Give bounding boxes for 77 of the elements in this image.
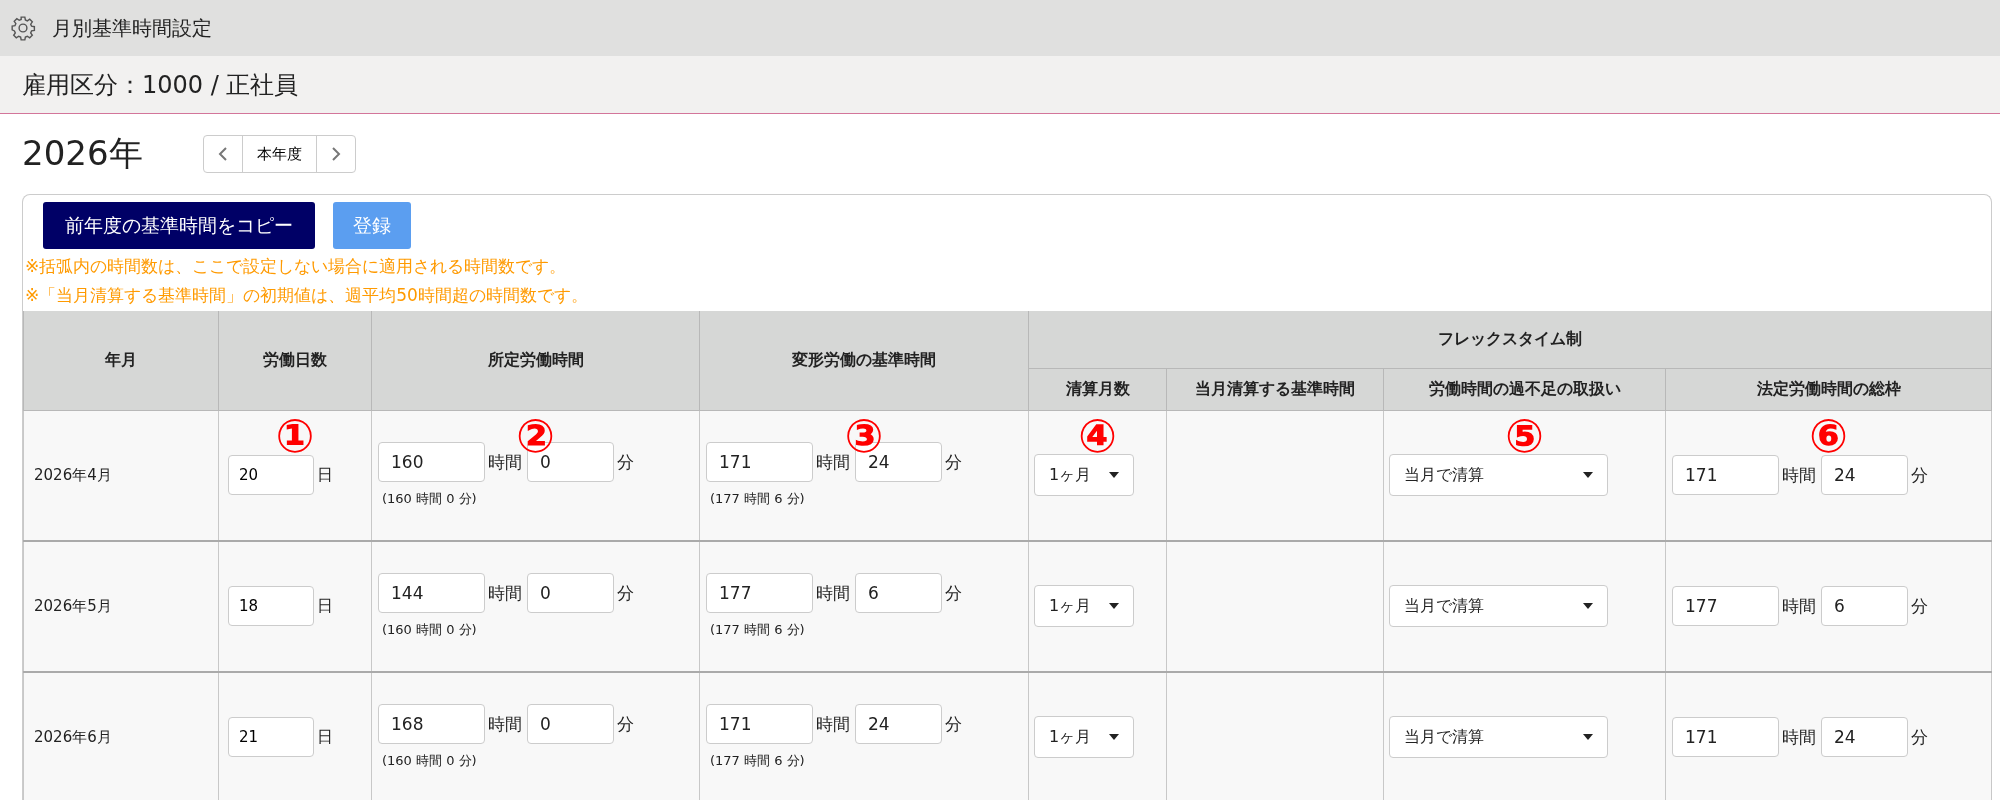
days-input[interactable]: 21 xyxy=(228,717,314,757)
hours-input[interactable]: 171 xyxy=(1672,455,1779,495)
unit-label: 時間 xyxy=(816,581,850,605)
window-title: 月別基準時間設定 xyxy=(52,14,212,42)
unit-label: 分 xyxy=(1911,725,1928,749)
caret-icon xyxy=(1583,734,1593,740)
unit-label: 分 xyxy=(945,450,962,474)
minutes-input[interactable]: 6 xyxy=(1821,586,1908,626)
unit-label: 分 xyxy=(1911,463,1928,487)
unit-label: 分 xyxy=(945,581,962,605)
month-cell: 2026年4月 xyxy=(34,465,112,484)
unit-label: 時間 xyxy=(1782,725,1816,749)
hours-input[interactable]: 171 xyxy=(706,704,813,744)
hours-input[interactable]: 144 xyxy=(378,573,485,613)
dropdown[interactable]: 1ヶ月 xyxy=(1034,454,1134,496)
minutes-input[interactable]: 24 xyxy=(1821,717,1908,757)
days-input[interactable]: 18 xyxy=(228,586,314,626)
caret-icon xyxy=(1109,603,1119,609)
caret-icon xyxy=(1109,734,1119,740)
unit-label: 分 xyxy=(617,581,634,605)
unit-label: 日 xyxy=(317,464,333,486)
default-time-text: (160 時間 0 分) xyxy=(382,621,478,639)
hours-input[interactable]: 171 xyxy=(706,442,813,482)
hours-input[interactable]: 160 xyxy=(378,442,485,482)
month-cell: 2026年6月 xyxy=(34,727,112,746)
caret-icon xyxy=(1583,472,1593,478)
unit-label: 分 xyxy=(617,712,634,736)
hours-input[interactable]: 177 xyxy=(706,573,813,613)
unit-label: 時間 xyxy=(488,712,522,736)
minutes-input[interactable]: 6 xyxy=(855,573,942,613)
employment-category: 雇用区分：1000 / 正社員 xyxy=(22,69,299,101)
default-time-text: (160 時間 0 分) xyxy=(382,752,478,770)
column-header: 労働時間の過不足の取扱い xyxy=(1383,368,1666,410)
column-header: 変形労働の基準時間 xyxy=(699,311,1029,410)
copy-button[interactable]: 前年度の基準時間をコピー xyxy=(43,202,315,249)
minutes-input[interactable]: 0 xyxy=(527,573,614,613)
unit-label: 日 xyxy=(317,726,333,748)
unit-label: 時間 xyxy=(1782,594,1816,618)
default-time-text: (177 時間 6 分) xyxy=(710,621,806,639)
group-header: フレックスタイム制 xyxy=(1028,311,1992,368)
unit-label: 分 xyxy=(617,450,634,474)
unit-label: 時間 xyxy=(1782,463,1816,487)
dropdown[interactable]: 当月で清算 xyxy=(1389,716,1608,758)
dropdown[interactable]: 当月で清算 xyxy=(1389,454,1608,496)
unit-label: 分 xyxy=(945,712,962,736)
default-time-text: (160 時間 0 分) xyxy=(382,490,478,508)
year-heading: 2026年 xyxy=(22,132,143,175)
hours-input[interactable]: 171 xyxy=(1672,717,1779,757)
hours-input[interactable]: 177 xyxy=(1672,586,1779,626)
unit-label: 日 xyxy=(317,595,333,617)
default-time-text: (177 時間 6 分) xyxy=(710,490,806,508)
unit-label: 分 xyxy=(1911,594,1928,618)
chevron-right-icon xyxy=(330,146,341,162)
column-header: 所定労働時間 xyxy=(371,311,700,410)
dropdown[interactable]: 当月で清算 xyxy=(1389,585,1608,627)
column-header: 労働日数 xyxy=(218,311,372,410)
caret-icon xyxy=(1109,472,1119,478)
default-time-text: (177 時間 6 分) xyxy=(710,752,806,770)
column-header: 法定労働時間の総枠 xyxy=(1665,368,1992,410)
minutes-input[interactable]: 0 xyxy=(527,704,614,744)
dropdown[interactable]: 1ヶ月 xyxy=(1034,716,1134,758)
dropdown[interactable]: 1ヶ月 xyxy=(1034,585,1134,627)
column-header: 清算月数 xyxy=(1028,368,1167,410)
chevron-left-icon xyxy=(217,146,228,162)
column-header: 当月清算する基準時間 xyxy=(1166,368,1384,410)
minutes-input[interactable]: 24 xyxy=(1821,455,1908,495)
note-text: ※括弧内の時間数は、ここで設定しない場合に適用される時間数です。 xyxy=(25,255,568,278)
hours-input[interactable]: 168 xyxy=(378,704,485,744)
settings-icon xyxy=(10,15,36,41)
caret-icon xyxy=(1583,603,1593,609)
unit-label: 時間 xyxy=(816,712,850,736)
unit-label: 時間 xyxy=(488,581,522,605)
note-text: ※「当月清算する基準時間」の初期値は、週平均50時間超の時間数です。 xyxy=(25,284,589,307)
minutes-input[interactable]: 24 xyxy=(855,704,942,744)
column-header: 年月 xyxy=(23,311,219,410)
month-cell: 2026年5月 xyxy=(34,596,112,615)
days-input[interactable]: 20 xyxy=(228,455,314,495)
